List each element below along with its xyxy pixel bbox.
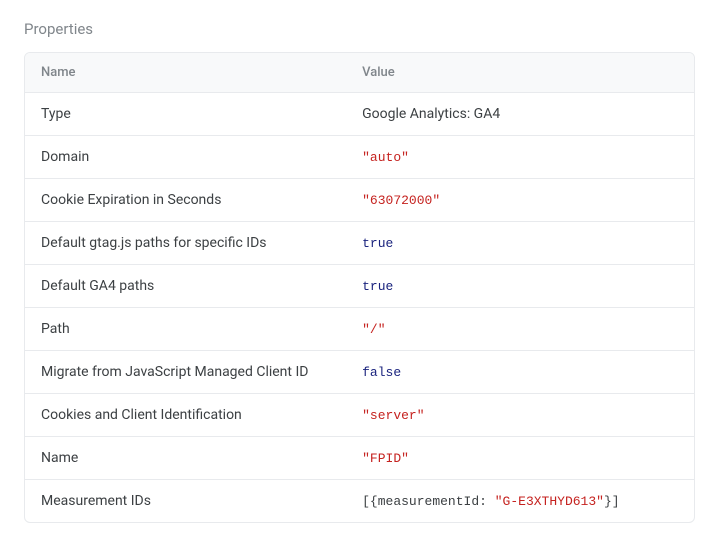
column-header-value: Value — [346, 53, 694, 93]
value-plain: Google Analytics: GA4 — [362, 106, 500, 122]
value-array-suffix: }] — [604, 494, 620, 509]
table-header: Name Value — [25, 53, 694, 93]
property-name: Measurement IDs — [25, 480, 346, 522]
table-row: Cookie Expiration in Seconds "63072000" — [25, 179, 694, 222]
value-string: "63072000" — [362, 193, 440, 208]
property-value: "FPID" — [346, 437, 694, 480]
table-row: Name "FPID" — [25, 437, 694, 480]
table-row: Cookies and Client Identification "server… — [25, 394, 694, 437]
value-boolean: false — [362, 365, 401, 380]
property-value: false — [346, 351, 694, 394]
property-name: Cookies and Client Identification — [25, 394, 346, 437]
value-boolean: true — [362, 236, 393, 251]
table-body: Type Google Analytics: GA4 Domain "auto" Coo… — [25, 93, 694, 522]
property-name: Migrate from JavaScript Managed Client I… — [25, 351, 346, 394]
table-row: Measurement IDs [{measurementId: "G-E3XTH… — [25, 480, 694, 522]
value-array: [{measurementId: "G-E3XTHYD613"}] — [362, 494, 619, 509]
property-value: "/" — [346, 308, 694, 351]
property-value: true — [346, 222, 694, 265]
property-name: Default GA4 paths — [25, 265, 346, 308]
column-header-name: Name — [25, 53, 346, 93]
property-value: "server" — [346, 394, 694, 437]
table-row: Path "/" — [25, 308, 694, 351]
value-string: "/" — [362, 322, 385, 337]
property-value: [{measurementId: "G-E3XTHYD613"}] — [346, 480, 694, 522]
table-row: Default gtag.js paths for specific IDs tr… — [25, 222, 694, 265]
property-name: Cookie Expiration in Seconds — [25, 179, 346, 222]
property-name: Domain — [25, 136, 346, 179]
property-name: Type — [25, 93, 346, 136]
value-array-string: "G-E3XTHYD613" — [495, 494, 604, 509]
table-row: Domain "auto" — [25, 136, 694, 179]
value-string: "auto" — [362, 150, 409, 165]
properties-panel: Properties Name Value Type Google Analyti… — [24, 20, 695, 523]
value-string: "server" — [362, 408, 424, 423]
property-name: Default gtag.js paths for specific IDs — [25, 222, 346, 265]
property-name: Name — [25, 437, 346, 480]
property-value: "auto" — [346, 136, 694, 179]
properties-table: Name Value Type Google Analytics: GA4 Doma… — [24, 52, 695, 523]
table-row: Type Google Analytics: GA4 — [25, 93, 694, 136]
table-row: Default GA4 paths true — [25, 265, 694, 308]
value-boolean: true — [362, 279, 393, 294]
property-value: Google Analytics: GA4 — [346, 93, 694, 136]
value-array-prefix: [{measurementId: — [362, 494, 495, 509]
property-value: "63072000" — [346, 179, 694, 222]
section-title: Properties — [24, 20, 695, 38]
property-value: true — [346, 265, 694, 308]
table-row: Migrate from JavaScript Managed Client I… — [25, 351, 694, 394]
property-name: Path — [25, 308, 346, 351]
value-string: "FPID" — [362, 451, 409, 466]
